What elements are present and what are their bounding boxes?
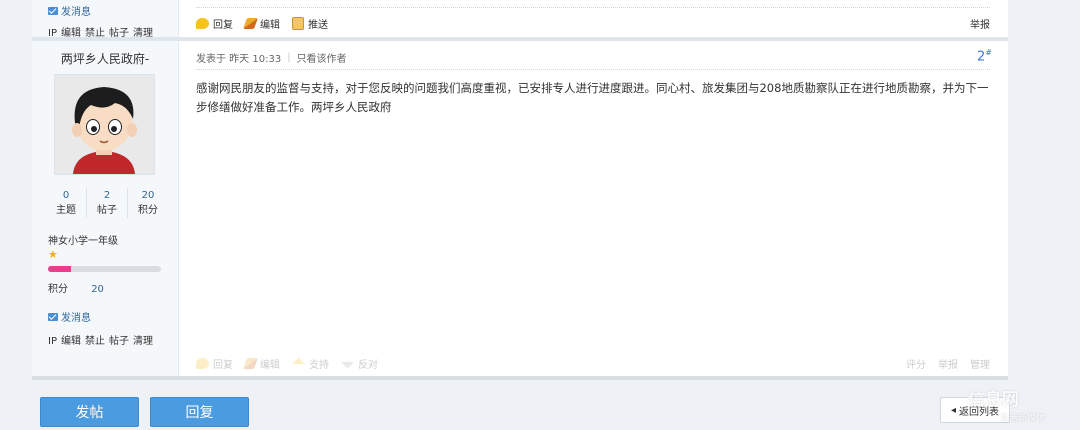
reply-bubble-icon	[196, 357, 209, 369]
report-link[interactable]: 举报	[938, 356, 958, 371]
post-2: 发表于 昨天 10:33 | 只看该作者 2# 感谢网民朋友的监督与支持，对于您…	[178, 0, 1008, 378]
oppose-link[interactable]: 反对	[341, 356, 378, 371]
reply-button[interactable]: 回复	[150, 397, 249, 427]
send-message-link-2[interactable]: 发消息	[48, 309, 91, 324]
user-stats: 0 主题 2 帖子 20 积分	[46, 188, 168, 218]
reply-link[interactable]: 回复	[196, 356, 233, 371]
post-content: 感谢网民朋友的监督与支持，对于您反映的问题我们高度重视，已安排专人进行进度跟进。…	[196, 81, 989, 114]
bottom-shadow	[32, 376, 1008, 380]
rate-link[interactable]: 评分	[906, 356, 926, 371]
post-toolbar: 回复 编辑 支持 反对 评分 举报 管理	[196, 351, 990, 375]
support-link[interactable]: 支持	[292, 356, 329, 371]
user-posts-link[interactable]: 帖子	[109, 336, 129, 347]
separator	[196, 69, 990, 70]
admin-links-2: IP 编辑 禁止 帖子 清理	[48, 332, 157, 347]
avatar-cartoon-icon	[55, 75, 154, 174]
post-time: 发表于 昨天 10:33	[196, 53, 282, 65]
username[interactable]: 两坪乡人民政府-	[32, 50, 178, 67]
meta-divider: |	[287, 51, 291, 63]
post-meta: 发表于 昨天 10:33 | 只看该作者	[196, 49, 990, 65]
manage-link[interactable]: 管理	[970, 356, 990, 371]
thumbs-down-icon	[341, 361, 354, 369]
pencil-icon	[242, 357, 259, 369]
clean-link[interactable]: 清理	[133, 336, 153, 347]
thread-frame: 发消息 IP 编辑 禁止 帖子 清理 两坪乡人民政府- 0 主题 2 帖子 20…	[32, 0, 1008, 378]
thumbs-up-icon	[292, 357, 305, 365]
envelope-icon	[48, 312, 58, 321]
stat-posts[interactable]: 2 帖子	[87, 188, 128, 218]
star-icon: ★	[48, 248, 58, 261]
watermark: 信息网	[968, 390, 1019, 410]
points-value: 20	[91, 284, 104, 295]
edit-link[interactable]: 编辑	[242, 356, 280, 371]
level-progress-bar	[48, 266, 161, 272]
points-label: 积分	[48, 284, 68, 295]
stat-points[interactable]: 20 积分	[128, 188, 168, 218]
stat-threads[interactable]: 0 主题	[46, 188, 87, 218]
avatar[interactable]	[54, 74, 155, 175]
caret-left-icon: ◂	[950, 404, 957, 416]
floor-number[interactable]: 2#	[977, 48, 992, 64]
user-rank[interactable]: 神女小学一年级	[48, 232, 118, 247]
envelope-icon	[48, 6, 58, 15]
ip-link[interactable]: IP	[48, 336, 57, 347]
only-author-link[interactable]: 只看该作者	[297, 50, 347, 65]
points-row: 积分 20	[48, 280, 104, 295]
user-sidebar: 发消息 IP 编辑 禁止 帖子 清理 两坪乡人民政府- 0 主题 2 帖子 20…	[32, 0, 179, 378]
edit-user-link[interactable]: 编辑	[61, 336, 81, 347]
ban-link[interactable]: 禁止	[85, 336, 105, 347]
send-message-link[interactable]: 发消息	[48, 3, 91, 18]
watermark-sub: 生活新媒体	[1000, 414, 1046, 424]
level-progress-fill	[48, 266, 71, 272]
new-post-button[interactable]: 发帖	[40, 397, 139, 427]
